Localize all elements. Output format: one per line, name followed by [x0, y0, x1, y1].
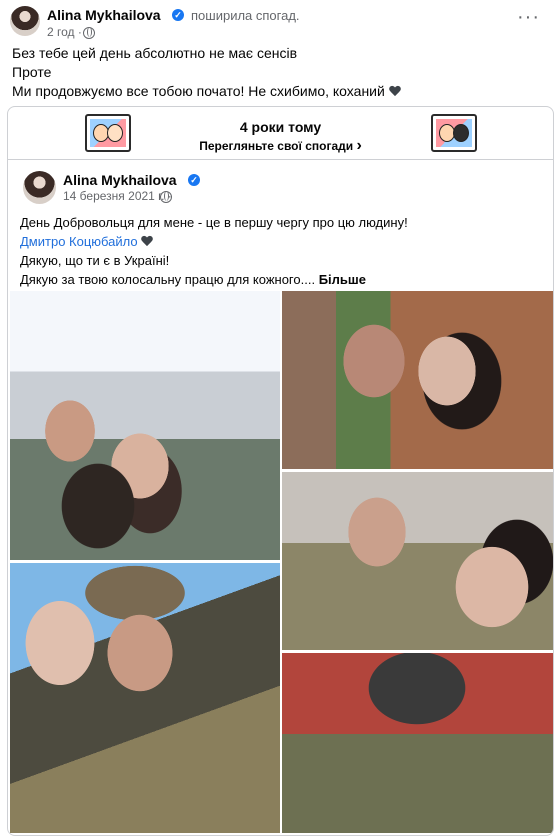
- shared-black-heart-icon: [141, 236, 153, 247]
- memory-header[interactable]: 4 роки тому Перегляньте свої спогади ›: [8, 107, 553, 160]
- black-heart-icon: [389, 86, 401, 97]
- verified-badge-icon: ✓: [172, 9, 184, 21]
- post-time[interactable]: 2 год ·: [47, 25, 82, 39]
- author-name[interactable]: Alina Mykhailova: [47, 7, 161, 23]
- photo-couple-building[interactable]: [282, 291, 553, 469]
- shared-verified-badge-icon: ✓: [188, 174, 200, 186]
- shared-post-body: День Добровольця для мене - це в першу ч…: [20, 213, 408, 289]
- memory-card: 4 роки тому Перегляньте свої спогади › A…: [7, 106, 554, 836]
- post-line-3: Ми продовжуємо все тобою почато! Не схиб…: [12, 82, 401, 101]
- shared-line-2: Дмитро Коцюбайло: [20, 232, 408, 251]
- memory-illustration-right-icon: [431, 114, 477, 152]
- shared-post-date[interactable]: 14 березня 2021 г. ·: [63, 189, 172, 203]
- post-body: Без тебе цей день абсолютно не має сенсі…: [12, 44, 401, 101]
- author-avatar[interactable]: [10, 6, 40, 36]
- public-globe-icon: [83, 27, 95, 39]
- photo-soldier-selfie[interactable]: [282, 472, 553, 650]
- photo-car-selfie[interactable]: [10, 563, 280, 833]
- photo-group-mural[interactable]: [282, 653, 553, 833]
- post-line-1: Без тебе цей день абсолютно не має сенсі…: [12, 45, 298, 61]
- shared-author-name[interactable]: Alina Mykhailova: [63, 172, 177, 188]
- shared-line-1: День Добровольця для мене - це в першу ч…: [20, 215, 408, 230]
- post-line-3-text: Ми продовжуємо все тобою почато! Не схиб…: [12, 83, 385, 99]
- see-memories-label[interactable]: Перегляньте свої спогади: [199, 139, 353, 153]
- shared-line-3: Дякую, що ти є в Україні!: [20, 253, 170, 268]
- post-line-2: Проте: [12, 64, 52, 80]
- shared-line-4-text: Дякую за твою колосальну працю для кожно…: [20, 272, 316, 287]
- chevron-right-icon: ›: [356, 137, 362, 154]
- shared-line-4: Дякую за твою колосальну працю для кожно…: [20, 270, 408, 289]
- photo-tank-selfie[interactable]: [10, 291, 280, 560]
- see-more-link[interactable]: Більше: [319, 272, 366, 287]
- mention-link[interactable]: Дмитро Коцюбайло: [20, 234, 138, 249]
- more-options-icon[interactable]: ···: [517, 6, 540, 29]
- shared-author-avatar[interactable]: [23, 171, 56, 204]
- shared-public-globe-icon: [160, 191, 172, 203]
- post-action: поширила спогад.: [191, 8, 300, 23]
